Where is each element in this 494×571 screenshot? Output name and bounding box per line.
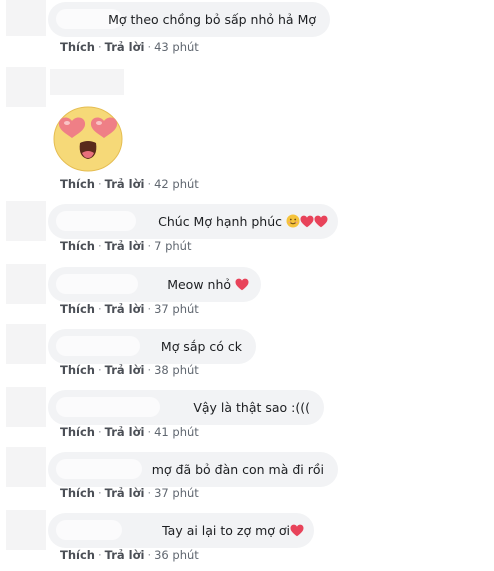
comment-actions: Thích · Trả lời · 42 phút	[60, 176, 199, 192]
reply-link[interactable]: Trả lời	[105, 425, 145, 439]
comment-text: Chúc Mợ hạnh phúc	[158, 213, 328, 230]
commenter-avatar[interactable]	[6, 510, 46, 550]
reply-link[interactable]: Trả lời	[105, 40, 145, 54]
reply-link[interactable]: Trả lời	[105, 239, 145, 253]
comment-text: mợ đã bỏ đàn con mà đi rồi	[151, 462, 324, 477]
comment-timestamp[interactable]: 41 phút	[154, 425, 199, 439]
comment-actions: Thích · Trả lời · 37 phút	[60, 301, 199, 317]
comment-timestamp[interactable]: 37 phút	[154, 302, 199, 316]
separator-dot: ·	[97, 302, 102, 316]
like-link[interactable]: Thích	[60, 239, 95, 253]
heart-icon	[314, 215, 328, 228]
commenter-name[interactable]	[50, 69, 124, 95]
comment-text: Tay ai lại to zợ mợ ơi	[162, 522, 304, 539]
comment-text: Mợ theo chồng bỏ sấp nhỏ hả Mợ	[108, 12, 316, 27]
comment-bubble: Meow nhỏ	[48, 267, 261, 302]
comment-actions: Thích · Trả lời · 41 phút	[60, 424, 199, 440]
commenter-avatar[interactable]	[6, 324, 46, 364]
smiling-face-icon	[286, 214, 300, 228]
separator-dot: ·	[147, 40, 152, 54]
commenter-avatar[interactable]	[6, 201, 46, 241]
comment-text: Vậy là thật sao :(((	[193, 400, 310, 415]
comment-timestamp[interactable]: 42 phút	[154, 177, 199, 191]
separator-dot: ·	[97, 363, 102, 377]
separator-dot: ·	[97, 239, 102, 253]
commenter-name[interactable]	[56, 336, 140, 356]
comment-actions: Thích · Trả lời · 43 phút	[60, 39, 199, 55]
like-link[interactable]: Thích	[60, 486, 95, 500]
comment-bubble: Mợ theo chồng bỏ sấp nhỏ hả Mợ	[48, 2, 330, 37]
commenter-name[interactable]	[56, 211, 136, 231]
separator-dot: ·	[147, 177, 152, 191]
comment-bubble: mợ đã bỏ đàn con mà đi rồi	[48, 452, 338, 487]
comment-actions: Thích · Trả lời · 7 phút	[60, 238, 191, 254]
reply-link[interactable]: Trả lời	[105, 548, 145, 562]
like-link[interactable]: Thích	[60, 548, 95, 562]
commenter-avatar[interactable]	[6, 67, 46, 107]
separator-dot: ·	[147, 548, 152, 562]
comment-text-body: Tay ai lại to zợ mợ ơi	[162, 523, 290, 538]
comment-actions: Thích · Trả lời · 38 phút	[60, 362, 199, 378]
separator-dot: ·	[97, 425, 102, 439]
commenter-name[interactable]	[56, 520, 122, 540]
commenter-avatar[interactable]	[6, 387, 46, 427]
separator-dot: ·	[147, 302, 152, 316]
like-link[interactable]: Thích	[60, 40, 95, 54]
comment-bubble: Chúc Mợ hạnh phúc	[48, 204, 338, 239]
commenter-name[interactable]	[56, 459, 142, 479]
comment-timestamp[interactable]: 38 phút	[154, 363, 199, 377]
like-link[interactable]: Thích	[60, 177, 95, 191]
comment-bubble: Vậy là thật sao :(((	[48, 390, 324, 425]
like-link[interactable]: Thích	[60, 363, 95, 377]
separator-dot: ·	[97, 548, 102, 562]
comment-text-body: Meow nhỏ	[167, 277, 232, 292]
comment-bubble: Tay ai lại to zợ mợ ơi	[48, 513, 314, 548]
comment-timestamp[interactable]: 43 phút	[154, 40, 199, 54]
heart-icon	[300, 215, 314, 228]
comment-text: Meow nhỏ	[167, 276, 249, 293]
heart-eyes-sticker	[50, 103, 132, 173]
commenter-avatar[interactable]	[6, 264, 46, 304]
comment-actions: Thích · Trả lời · 37 phút	[60, 485, 199, 501]
separator-dot: ·	[97, 486, 102, 500]
reply-link[interactable]: Trả lời	[105, 177, 145, 191]
commenter-avatar[interactable]	[6, 447, 46, 487]
comment-timestamp[interactable]: 7 phút	[154, 239, 191, 253]
comment-text-body: Chúc Mợ hạnh phúc	[158, 214, 283, 229]
separator-dot: ·	[147, 363, 152, 377]
reply-link[interactable]: Trả lời	[105, 486, 145, 500]
like-link[interactable]: Thích	[60, 425, 95, 439]
reply-link[interactable]: Trả lời	[105, 363, 145, 377]
separator-dot: ·	[147, 239, 152, 253]
commenter-name[interactable]	[56, 397, 160, 417]
comment-timestamp[interactable]: 36 phút	[154, 548, 199, 562]
separator-dot: ·	[147, 425, 152, 439]
separator-dot: ·	[97, 40, 102, 54]
comment-bubble: Mợ sắp có ck	[48, 329, 256, 364]
commenter-name[interactable]	[56, 274, 138, 294]
separator-dot: ·	[97, 177, 102, 191]
commenter-avatar[interactable]	[6, 0, 46, 36]
like-link[interactable]: Thích	[60, 302, 95, 316]
comment-actions: Thích · Trả lời · 36 phút	[60, 547, 199, 563]
comment-text: Mợ sắp có ck	[160, 339, 242, 354]
separator-dot: ·	[147, 486, 152, 500]
reply-link[interactable]: Trả lời	[105, 302, 145, 316]
comment-timestamp[interactable]: 37 phút	[154, 486, 199, 500]
heart-icon	[235, 278, 249, 291]
heart-icon	[290, 524, 304, 537]
